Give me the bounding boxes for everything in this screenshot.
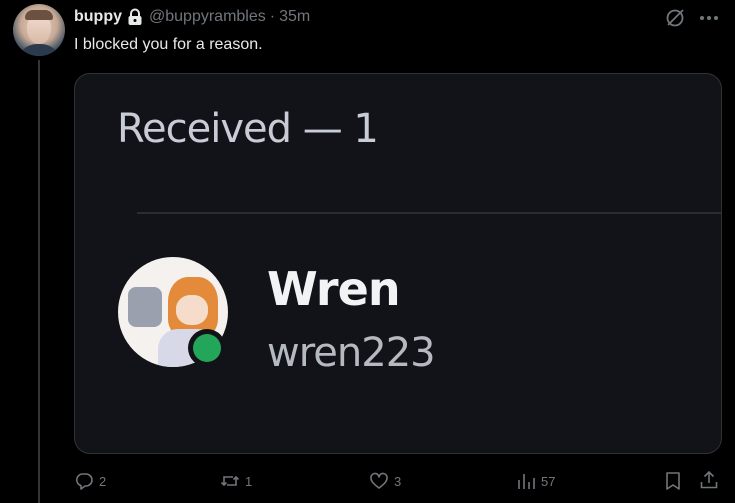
share-icon[interactable] [699, 470, 719, 490]
separator-dot: · [269, 8, 276, 25]
tweet-timestamp[interactable]: 35m [279, 8, 310, 26]
repost-count: 1 [245, 473, 253, 489]
like-button[interactable]: 3 [369, 468, 401, 494]
received-label: Received — 1 [117, 106, 379, 152]
more-icon[interactable] [698, 8, 720, 28]
bookmark-icon[interactable] [663, 471, 683, 491]
tweet-media-image[interactable]: Received — 1 Wren wren223 [74, 73, 722, 454]
repost-icon [220, 475, 240, 487]
grok-icon[interactable] [664, 7, 686, 29]
reply-icon [75, 473, 93, 490]
views-icon [518, 474, 535, 489]
reply-count: 2 [99, 473, 107, 489]
like-count: 3 [394, 473, 402, 489]
repost-button[interactable]: 1 [220, 468, 252, 494]
author-display-name[interactable]: buppy [74, 8, 122, 26]
lock-icon [128, 8, 142, 25]
friend-name: Wren [267, 262, 401, 316]
views-button[interactable]: 57 [516, 468, 555, 494]
tweet-text: I blocked you for a reason. [74, 36, 263, 53]
friend-username: wren223 [267, 330, 436, 376]
author-handle[interactable]: @buppyrambles [149, 8, 266, 26]
tweet-header: buppy @buppyrambles · 35m [74, 6, 310, 28]
divider [137, 212, 721, 214]
thread-line [38, 60, 40, 503]
action-bar: 2 1 3 57 [74, 468, 720, 494]
author-avatar[interactable] [13, 4, 65, 56]
online-status-icon [188, 329, 226, 367]
views-count: 57 [541, 473, 556, 489]
reply-button[interactable]: 2 [74, 468, 106, 494]
heart-icon [370, 472, 388, 489]
